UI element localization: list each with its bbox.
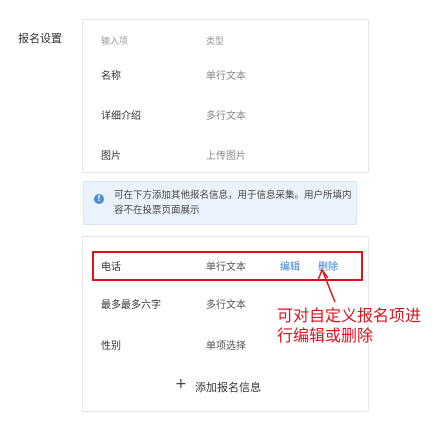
field-name: 图片: [101, 151, 121, 162]
fixed-fields-header: 输入项 类型: [83, 27, 368, 53]
annotation-text: 可对自定义报名项进行编辑或删除: [277, 306, 422, 345]
registration-settings-panel: 报名设置 输入项 类型 名称 单行文本 详细介绍 多行文本 图片 上传图片 ! …: [0, 0, 433, 426]
edit-link[interactable]: 编辑: [280, 258, 300, 273]
field-type: 上传图片: [206, 151, 246, 162]
info-icon: !: [94, 194, 104, 204]
info-notice: ! 可在下方添加其他报名信息，用于信息采集。用户所填内容不在投票页面展示: [83, 181, 357, 225]
field-type: 多行文本: [206, 111, 246, 122]
field-name: 详细介绍: [101, 111, 141, 122]
add-field-label: 添加报名信息: [195, 381, 261, 394]
fixed-field-row: 名称 单行文本: [83, 60, 368, 86]
field-type: 单行文本: [206, 262, 246, 273]
header-name: 输入项: [101, 37, 129, 47]
fixed-field-row: 图片 上传图片: [83, 140, 368, 166]
field-type: 单项选择: [206, 341, 246, 352]
field-type: 多行文本: [206, 300, 246, 311]
plus-icon: +: [175, 376, 187, 392]
fixed-field-row: 详细介绍 多行文本: [83, 100, 368, 126]
field-name: 电话: [101, 262, 121, 273]
notice-text: 可在下方添加其他报名信息，用于信息采集。用户所填内容不在投票页面展示: [114, 190, 352, 216]
fixed-fields-card: 输入项 类型 名称 单行文本 详细介绍 多行文本 图片 上传图片: [82, 19, 369, 173]
header-type: 类型: [206, 37, 225, 47]
arrow-icon: [317, 268, 336, 303]
field-name: 性别: [101, 341, 121, 352]
add-field-button[interactable]: + 添加报名信息: [175, 376, 285, 396]
section-label: 报名设置: [18, 32, 62, 45]
field-name: 名称: [101, 71, 121, 82]
field-name: 最多最多六字: [101, 300, 161, 311]
field-type: 单行文本: [206, 71, 246, 82]
